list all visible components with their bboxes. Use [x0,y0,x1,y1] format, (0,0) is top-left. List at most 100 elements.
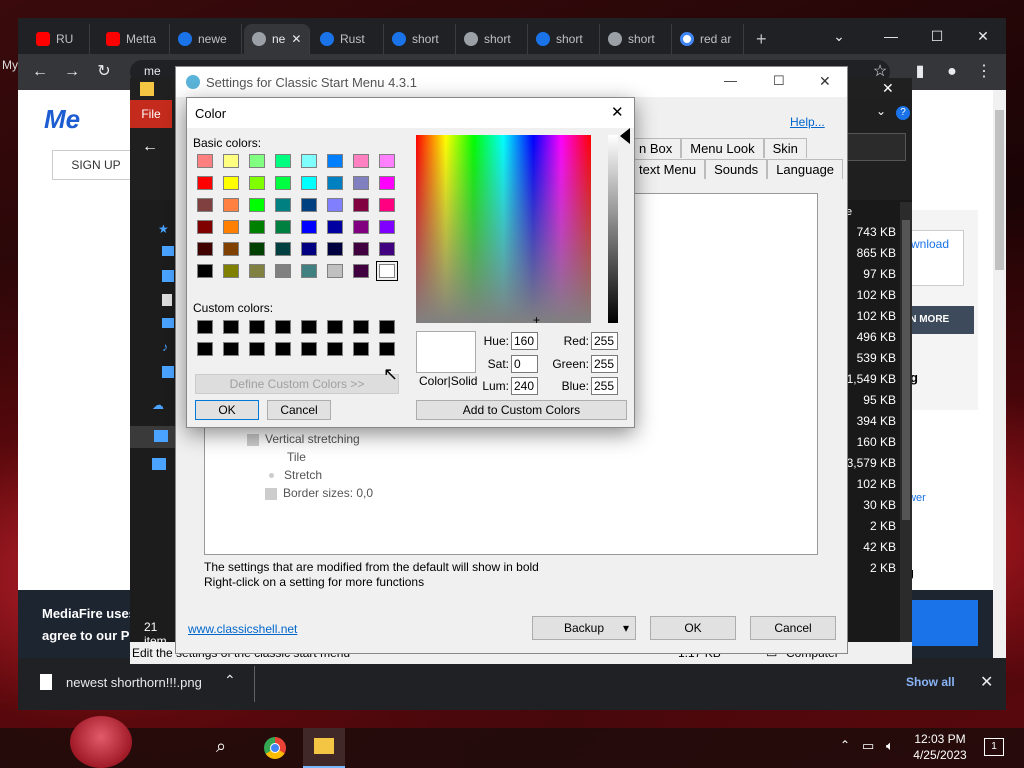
search-box[interactable] [844,133,906,161]
ok-button[interactable]: OK [195,400,259,420]
scrollbar-thumb[interactable] [995,110,1004,270]
custom-color-swatch[interactable] [223,320,239,334]
custom-color-swatch[interactable] [275,342,291,356]
basic-color-swatch[interactable] [379,220,395,234]
show-all-button[interactable]: Show all [906,675,955,689]
basic-color-swatch[interactable] [353,220,369,234]
basic-color-swatch[interactable] [249,176,265,190]
basic-color-swatch[interactable] [197,220,213,234]
forward-button[interactable]: → [62,62,82,82]
tab-8[interactable]: short [600,24,672,54]
luminosity-bar[interactable] [608,135,618,323]
basic-color-swatch[interactable] [327,198,343,212]
videos-icon[interactable] [162,366,174,378]
hue-input[interactable]: 160 [511,332,538,350]
basic-color-swatch[interactable] [275,154,291,168]
close-icon[interactable]: ✕ [611,103,624,121]
basic-color-swatch[interactable] [353,176,369,190]
close-icon[interactable]: ✕ [882,80,894,97]
scrollbar-thumb[interactable] [902,220,910,520]
backup-button[interactable]: Backup ▾ [532,616,636,640]
tree-item-vertical-stretching[interactable]: Vertical stretching [247,430,360,448]
file-tab[interactable]: File [130,100,172,128]
chevron-down-icon[interactable]: ⌄ [876,104,886,118]
tree-item-border-sizes[interactable]: Border sizes: 0,0 [265,484,373,502]
tab-9[interactable]: red ar [672,24,744,54]
basic-color-swatch[interactable] [249,198,265,212]
tab-7[interactable]: short [528,24,600,54]
basic-color-swatch[interactable] [327,264,343,278]
tab-skin[interactable]: Skin [763,138,807,158]
chevron-down-icon[interactable]: ⌄ [816,18,862,54]
chrome-icon[interactable] [264,737,286,759]
explorer-taskbar-button[interactable] [303,728,345,768]
basic-color-swatch[interactable] [223,264,239,278]
maximize-button[interactable]: ☐ [773,73,785,89]
basic-color-swatch[interactable] [197,242,213,256]
basic-color-swatch[interactable] [379,154,395,168]
custom-color-swatch[interactable] [223,342,239,356]
basic-color-swatch[interactable] [353,198,369,212]
color-spectrum[interactable]: + [416,135,591,327]
new-tab-button[interactable]: + [748,24,778,54]
custom-color-swatch[interactable] [327,342,343,356]
basic-color-swatch[interactable] [379,176,395,190]
custom-color-swatch[interactable] [249,342,265,356]
minimize-button[interactable]: — [724,73,737,88]
sidebar-icon[interactable]: ▮ [910,62,930,82]
basic-color-swatch[interactable] [301,198,317,212]
define-custom-colors-button[interactable]: Define Custom Colors >> [195,374,399,394]
notification-icon[interactable]: 1 [984,738,1004,756]
signup-button[interactable]: SIGN UP [52,150,140,180]
cancel-button[interactable]: Cancel [750,616,836,640]
close-button[interactable]: ✕ [960,18,1006,54]
tab-language[interactable]: Language [767,159,844,179]
custom-color-swatch[interactable] [197,342,213,356]
start-button[interactable] [70,716,132,768]
custom-color-swatch[interactable] [301,342,317,356]
tab-context-menu[interactable]: text Menu [630,159,706,179]
custom-color-swatch[interactable] [275,320,291,334]
back-button[interactable]: ← [30,62,50,82]
tab-5[interactable]: short [384,24,456,54]
basic-color-swatch[interactable] [223,176,239,190]
minimize-button[interactable]: — [868,18,914,54]
music-icon[interactable]: ♪ [162,340,168,354]
star-icon[interactable]: ★ [158,222,169,236]
explorer-scrollbar[interactable] [900,202,912,642]
tab-sounds[interactable]: Sounds [705,159,768,179]
basic-color-swatch[interactable] [249,264,265,278]
tab-4[interactable]: Rust [312,24,384,54]
download-button[interactable]: wnload [906,230,964,286]
clock[interactable]: 12:03 PM 4/25/2023 [908,732,972,762]
tab-6[interactable]: short [456,24,528,54]
custom-color-swatch[interactable] [379,320,395,334]
basic-color-swatch[interactable] [197,154,213,168]
basic-color-swatch[interactable] [301,242,317,256]
back-arrow-icon[interactable]: ← [142,138,158,156]
basic-color-swatch[interactable] [379,242,395,256]
download-filename[interactable]: newest shorthorn!!!.png [66,675,202,690]
tab-0[interactable]: RU [28,24,90,54]
basic-color-swatch[interactable] [327,220,343,234]
menu-icon[interactable]: ⋮ [974,62,994,82]
basic-color-swatch[interactable] [249,242,265,256]
reload-button[interactable]: ↻ [94,62,114,82]
documents-icon[interactable] [162,294,172,306]
close-download-bar-icon[interactable]: ✕ [980,672,993,692]
this-pc-item[interactable] [130,426,178,448]
basic-color-swatch[interactable] [249,154,265,168]
network-icon[interactable]: ▭ [862,738,874,754]
help-link[interactable]: Help... [790,115,825,129]
custom-color-swatch[interactable] [353,342,369,356]
custom-color-swatch[interactable] [379,342,395,356]
maximize-button[interactable]: ☐ [914,18,960,54]
basic-color-swatch[interactable] [301,264,317,278]
custom-color-swatch[interactable] [353,320,369,334]
close-tab-icon[interactable]: ✕ [291,32,301,46]
basic-color-swatch[interactable] [275,220,291,234]
basic-color-swatch[interactable] [353,264,369,278]
search-icon[interactable]: ⌕ [216,736,226,757]
basic-color-swatch[interactable] [327,242,343,256]
basic-color-swatch[interactable] [197,264,213,278]
